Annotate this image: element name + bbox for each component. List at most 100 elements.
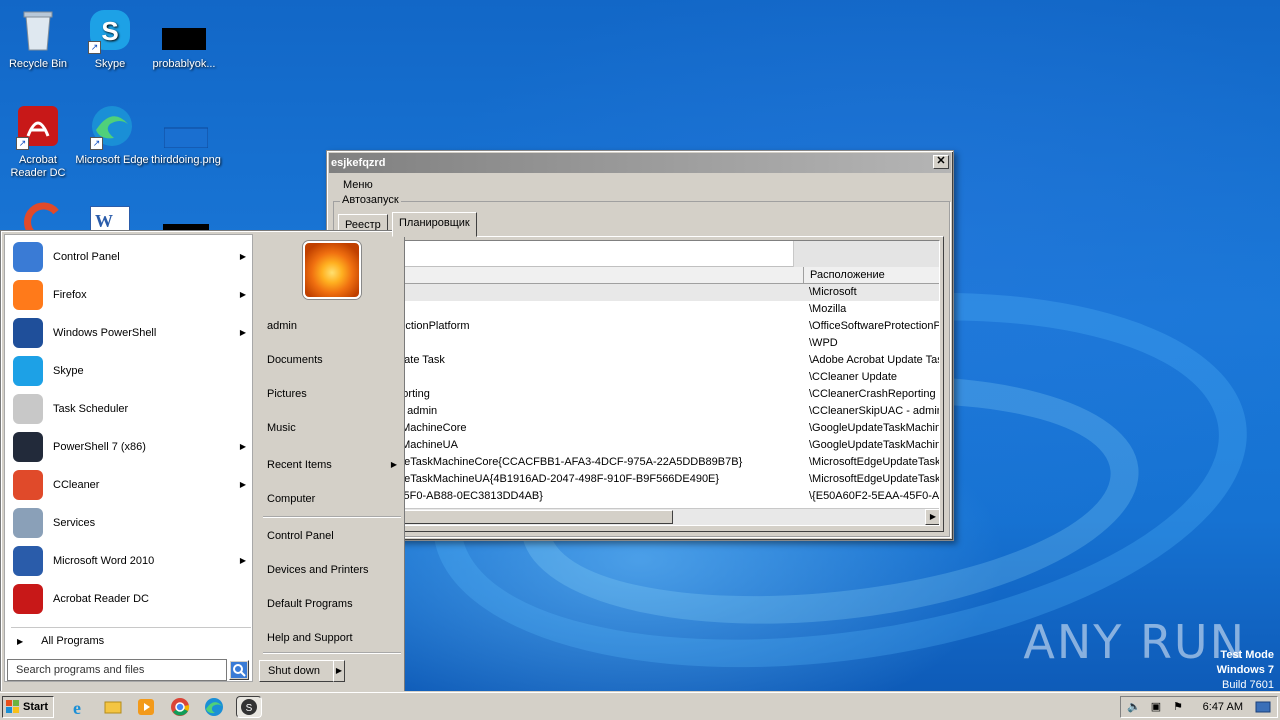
skype-icon (13, 356, 43, 386)
start-link-label: Default Programs (267, 598, 353, 610)
table-row[interactable]: ftEdgeUpdateTaskMachineCore{CCACFBB1-AFA… (343, 454, 939, 471)
start-link-label: Recent Items (267, 459, 332, 471)
table-row[interactable]: oftwareProtectionPlatform \OfficeSoftware… (343, 318, 939, 335)
start-link-help-and-support[interactable]: Help and Support (267, 625, 401, 651)
task-location-cell: \WPD (809, 337, 838, 349)
shutdown-button[interactable]: Shut down (259, 660, 335, 682)
start-item-skype[interactable]: Skype (9, 353, 252, 389)
task-name-cell: 0F2-5EAA-45F0-AB88-0EC3813DD4AB} (343, 490, 543, 502)
task-location-cell: \Microsoft (809, 286, 857, 298)
desktop-icon-acrobat[interactable]: ↗ Acrobat Reader DC (0, 104, 76, 180)
table-row[interactable]: 0F2-5EAA-45F0-AB88-0EC3813DD4AB} \{E50A60… (343, 488, 939, 505)
column-header-location[interactable]: Расположение (803, 267, 939, 283)
shutdown-options-button[interactable]: ▶ (333, 660, 345, 682)
start-item-ccleaner[interactable]: CCleaner ▶ (9, 467, 252, 503)
start-link-default-programs[interactable]: Default Programs (267, 591, 401, 617)
start-item-label: Firefox (53, 289, 87, 301)
start-link-documents[interactable]: Documents (267, 347, 401, 373)
table-row[interactable]: erSkipUAC - admin \CCleanerSkipUAC - admi… (343, 403, 939, 420)
network-icon[interactable]: ▣ (1149, 700, 1163, 714)
table-row[interactable]: \Mozilla (343, 301, 939, 318)
desktop-icon-edge[interactable]: ↗ Microsoft Edge (74, 104, 150, 167)
desktop-icon-skype[interactable]: S ↗ Skype (72, 8, 148, 71)
all-programs-button[interactable]: ▶ All Programs (17, 635, 104, 647)
table-row[interactable]: ftEdgeUpdateTaskMachineUA{4B1916AD-2047-… (343, 471, 939, 488)
word-icon (13, 546, 43, 576)
start-item-services[interactable]: Services (9, 505, 252, 541)
task-scheduler-icon (13, 394, 43, 424)
start-item-label: Skype (53, 365, 84, 377)
table-row[interactable]: erCrashReporting \CCleanerCrashReporting (343, 386, 939, 403)
user-avatar[interactable] (303, 241, 361, 299)
table-row[interactable]: Acrobat Update Task \Adobe Acrobat Update… (343, 352, 939, 369)
windows-logo-icon (6, 700, 19, 713)
search-input[interactable]: Search programs and files (7, 659, 227, 681)
horizontal-scrollbar[interactable]: ▶ (343, 508, 939, 525)
svg-text:S: S (246, 703, 253, 714)
start-link-music[interactable]: Music (267, 415, 401, 441)
media-player-icon[interactable] (136, 697, 156, 717)
desktop-icon-thirddoing[interactable]: thirddoing.png (148, 104, 224, 167)
start-item-firefox[interactable]: Firefox ▶ (9, 277, 252, 313)
start-item-task-scheduler[interactable]: Task Scheduler (9, 391, 252, 427)
explorer-icon[interactable] (103, 697, 123, 717)
clock[interactable]: 6:47 AM (1203, 697, 1243, 717)
all-programs-label: All Programs (41, 635, 105, 647)
start-link-pictures[interactable]: Pictures (267, 381, 401, 407)
svg-text:e: e (73, 698, 81, 717)
start-item-label: CCleaner (53, 479, 100, 491)
search-icon (231, 662, 247, 678)
shortcut-arrow-icon: ↗ (90, 137, 103, 150)
start-link-label: Pictures (267, 388, 307, 400)
window-titlebar[interactable]: esjkefqzrd ✕ (329, 153, 951, 173)
search-button[interactable] (229, 660, 249, 680)
close-button[interactable]: ✕ (933, 155, 949, 169)
start-item-control-panel[interactable]: Control Panel ▶ (9, 239, 252, 275)
esjkefqzrd-window[interactable]: esjkefqzrd ✕ Меню Автозапуск Реестр План… (326, 150, 954, 541)
start-link-recent-items[interactable]: Recent Items ▶ (267, 452, 401, 478)
ie-icon[interactable]: e (70, 697, 90, 718)
start-item-word[interactable]: Microsoft Word 2010 ▶ (9, 543, 252, 579)
submenu-arrow-icon: ▶ (239, 480, 246, 489)
control-panel-icon (13, 242, 43, 272)
table-row[interactable]: \WPD (343, 335, 939, 352)
start-link-label: Control Panel (267, 530, 334, 542)
submenu-arrow-icon: ▶ (239, 442, 246, 451)
task-location-cell: \OfficeSoftwareProtectionPla (809, 320, 940, 332)
speaker-icon[interactable]: 🔈 (1127, 700, 1141, 714)
task-name-cell: ftEdgeUpdateTaskMachineCore{CCACFBB1-AFA… (343, 456, 743, 468)
table-row[interactable]: UpdateTaskMachineUA \GoogleUpdateTaskMach… (343, 437, 939, 454)
file-icon (162, 8, 206, 52)
autostart-group: Автозапуск Реестр Планировщик Расположен… (333, 194, 950, 537)
table-row[interactable]: oft \Microsoft (343, 284, 939, 301)
start-link-computer[interactable]: Computer (267, 486, 401, 512)
menu-item-menu[interactable]: Меню (343, 179, 373, 191)
start-item-acrobat[interactable]: Acrobat Reader DC (9, 581, 252, 617)
task-list[interactable]: Расположение oft \Microsoft \Mozilla oftwar… (342, 240, 940, 526)
edge-icon[interactable] (204, 697, 224, 717)
desktop-icon-label: Skype (94, 58, 126, 70)
desktop-icon-recycle-bin[interactable]: Recycle Bin (0, 8, 76, 71)
start-item-label: Windows PowerShell (53, 327, 157, 339)
start-item-powershell[interactable]: Windows PowerShell ▶ (9, 315, 252, 351)
acrobat-icon (13, 584, 43, 614)
start-item-label: Acrobat Reader DC (53, 593, 149, 605)
start-item-powershell7[interactable]: PowerShell 7 (x86) ▶ (9, 429, 252, 465)
menu-bar: Меню (327, 175, 953, 195)
start-link-admin[interactable]: admin (267, 313, 401, 339)
chrome-icon[interactable] (170, 697, 190, 717)
start-item-label: Microsoft Word 2010 (53, 555, 155, 567)
test-mode-text: Test Mode (1220, 649, 1274, 661)
recycle-bin-icon (16, 8, 60, 52)
show-desktop-icon[interactable] (1255, 700, 1271, 714)
start-button[interactable]: Start (2, 696, 54, 718)
start-link-devices-and-printers[interactable]: Devices and Printers (267, 557, 401, 583)
start-link-control-panel[interactable]: Control Panel (267, 523, 401, 549)
desktop-icon-probablyok[interactable]: probablyok... (146, 8, 222, 71)
table-row[interactable]: UpdateTaskMachineCore \GoogleUpdateTaskMa… (343, 420, 939, 437)
table-row[interactable]: r Update \CCleaner Update (343, 369, 939, 386)
app-icon[interactable]: S (236, 696, 262, 718)
scroll-right-button[interactable]: ▶ (925, 509, 939, 525)
flag-icon[interactable]: ⚑ (1171, 700, 1185, 714)
tab-scheduler[interactable]: Планировщик (392, 212, 477, 237)
